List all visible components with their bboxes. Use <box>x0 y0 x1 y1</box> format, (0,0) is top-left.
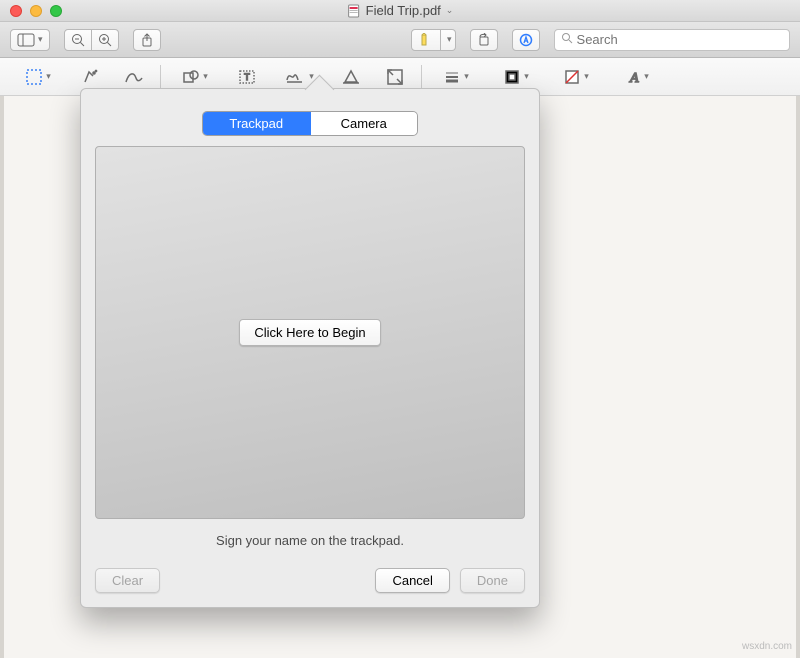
document-title-text: Field Trip.pdf <box>366 3 441 18</box>
markup-button[interactable] <box>512 29 540 51</box>
highlight-group: ▾ <box>411 29 456 51</box>
search-input[interactable] <box>577 32 783 47</box>
chevron-down-icon: ▾ <box>38 34 43 45</box>
fill-color-button[interactable]: ▾ <box>548 64 604 90</box>
selection-tool-button[interactable]: ▾ <box>10 64 66 90</box>
chevron-down-icon: ▾ <box>524 71 529 82</box>
pdf-file-icon <box>347 4 361 18</box>
adjust-color-button[interactable] <box>331 64 371 90</box>
begin-signature-button[interactable]: Click Here to Begin <box>239 319 380 346</box>
popover-button-row: Clear Cancel Done <box>95 568 525 593</box>
text-style-button[interactable]: A▾ <box>608 64 664 90</box>
signature-popover: Trackpad Camera Click Here to Begin Sign… <box>80 88 540 608</box>
search-icon <box>561 32 573 47</box>
title-dropdown-icon[interactable]: ⌄ <box>446 5 454 16</box>
close-window-button[interactable] <box>10 5 22 17</box>
text-button[interactable]: T <box>227 64 267 90</box>
zoom-in-button[interactable] <box>92 29 119 51</box>
preview-window: Field Trip.pdf ⌄ ▾ ▾ <box>0 0 800 658</box>
signature-source-tabs: Trackpad Camera <box>202 111 418 136</box>
instant-alpha-button[interactable] <box>70 64 110 90</box>
border-color-button[interactable]: ▾ <box>488 64 544 90</box>
adjust-size-button[interactable] <box>375 64 415 90</box>
done-button[interactable]: Done <box>460 568 525 593</box>
traffic-lights <box>0 5 62 17</box>
zoom-out-button[interactable] <box>64 29 92 51</box>
chevron-down-icon: ▾ <box>644 71 649 82</box>
cancel-button[interactable]: Cancel <box>375 568 449 593</box>
watermark: wsxdn.com <box>742 641 792 652</box>
tab-camera[interactable]: Camera <box>310 112 418 135</box>
shapes-button[interactable]: ▾ <box>167 64 223 90</box>
rotate-button[interactable] <box>470 29 498 51</box>
chevron-down-icon: ▾ <box>46 71 51 82</box>
search-field[interactable] <box>554 29 790 51</box>
draw-button[interactable] <box>114 64 154 90</box>
view-sidebar-button[interactable]: ▾ <box>10 29 50 51</box>
tab-trackpad[interactable]: Trackpad <box>203 112 310 135</box>
svg-text:A: A <box>629 71 639 86</box>
highlight-menu-button[interactable]: ▾ <box>441 29 456 51</box>
title-bar: Field Trip.pdf ⌄ <box>0 0 800 22</box>
minimize-window-button[interactable] <box>30 5 42 17</box>
chevron-down-icon: ▾ <box>203 71 208 82</box>
document-content: Trackpad Camera Click Here to Begin Sign… <box>0 96 800 658</box>
signature-pad[interactable]: Click Here to Begin <box>95 146 525 519</box>
chevron-down-icon: ▾ <box>584 71 589 82</box>
highlight-button[interactable] <box>411 29 441 51</box>
svg-text:T: T <box>244 72 250 82</box>
line-style-button[interactable]: ▾ <box>428 64 484 90</box>
document-title[interactable]: Field Trip.pdf ⌄ <box>347 3 454 18</box>
clear-button[interactable]: Clear <box>95 568 160 593</box>
main-toolbar: ▾ ▾ <box>0 22 800 58</box>
maximize-window-button[interactable] <box>50 5 62 17</box>
chevron-down-icon: ▾ <box>447 34 452 45</box>
signature-instruction: Sign your name on the trackpad. <box>95 533 525 548</box>
zoom-group <box>64 29 119 51</box>
chevron-down-icon: ▾ <box>464 71 469 82</box>
share-button[interactable] <box>133 29 161 51</box>
